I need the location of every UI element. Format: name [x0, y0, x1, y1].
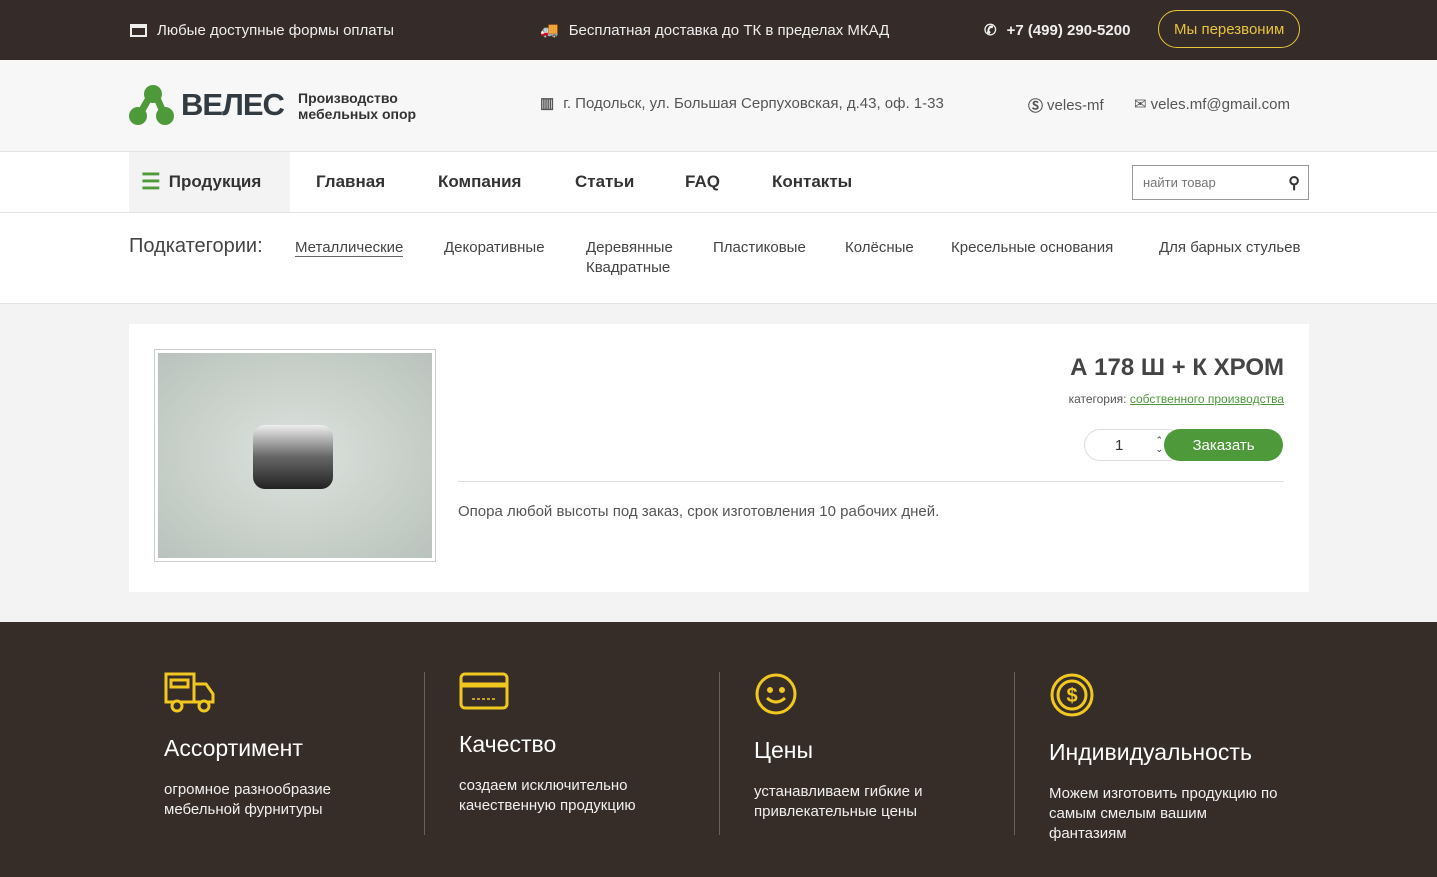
search-box: ⚲: [1132, 165, 1309, 200]
product-title: А 178 Ш + К ХРОМ: [1070, 354, 1284, 381]
nav-home[interactable]: Главная: [316, 152, 385, 212]
subcategory-link[interactable]: Кресельные основания: [951, 239, 1113, 256]
nav-contacts[interactable]: Контакты: [772, 152, 852, 212]
svg-text:$: $: [1066, 685, 1077, 707]
address: ▥ г. Подольск, ул. Большая Серпуховская, …: [540, 94, 944, 113]
feature-item: Цены устанавливаем гибкие и привлекатель…: [754, 672, 954, 822]
email-text: veles.mf@gmail.com: [1150, 95, 1291, 113]
nav-articles[interactable]: Статьи: [575, 152, 634, 212]
subcategory-link[interactable]: Квадратные: [586, 259, 670, 276]
email[interactable]: ✉ veles.mf@gmail.com: [1134, 95, 1291, 114]
subcategories: Подкатегории: Металлические Декоративные…: [0, 213, 1437, 304]
logo-icon: [129, 85, 174, 125]
credit-card-icon: [459, 672, 509, 710]
payment-info: Любые доступные формы оплаты: [130, 0, 394, 60]
order-button[interactable]: Заказать: [1164, 429, 1283, 461]
delivery-info: 🚚 Бесплатная доставка до ТК в пределах МК…: [540, 0, 889, 60]
nav-faq[interactable]: FAQ: [685, 152, 720, 212]
product-card: А 178 Ш + К ХРОМ категория: собственного…: [129, 324, 1309, 592]
truck-icon: [164, 672, 215, 713]
map-icon: ▥: [540, 95, 555, 112]
subcategory-link[interactable]: Для барных стульев: [1159, 239, 1300, 256]
feature-text: Можем изготовить продукцию по самым смел…: [1049, 785, 1278, 842]
search-icon[interactable]: ⚲: [1288, 173, 1308, 193]
skype-text: veles-mf: [1047, 97, 1104, 114]
product-image[interactable]: [154, 349, 436, 562]
category-link[interactable]: собственного производства: [1130, 392, 1284, 406]
phone-text: +7 (499) 290-5200: [1006, 21, 1131, 39]
card-icon: [130, 23, 147, 37]
subcategory-link[interactable]: Пластиковые: [713, 239, 806, 256]
nav-company[interactable]: Компания: [438, 152, 521, 212]
quantity-value: 1: [1115, 436, 1124, 454]
payment-text: Любые доступные формы оплаты: [157, 21, 394, 39]
phone[interactable]: ✆ +7 (499) 290-5200: [984, 0, 1130, 60]
truck-icon: 🚚: [540, 22, 559, 39]
divider: [719, 672, 720, 835]
main-nav: ☰ Продукция Главная Компания Статьи FAQ К…: [0, 152, 1437, 213]
feature-title: Качество: [459, 731, 557, 757]
phone-icon: ✆: [984, 22, 997, 39]
top-bar: Любые доступные формы оплаты 🚚 Бесплатная…: [0, 0, 1437, 60]
address-text: г. Подольск, ул. Большая Серпуховская, д…: [563, 94, 944, 112]
subcategory-link[interactable]: Декоративные: [444, 239, 545, 256]
product-category: категория: собственного производства: [1069, 392, 1284, 406]
divider: [458, 481, 1284, 482]
stepper-arrows-icon[interactable]: ⌃ ⌄: [1155, 436, 1163, 454]
logo-text: ВЕЛЕС: [181, 87, 285, 122]
product-description: Опора любой высоты под заказ, срок изгот…: [458, 503, 940, 520]
feature-text: создаем исключительно качественную проду…: [459, 777, 636, 814]
delivery-text: Бесплатная доставка до ТК в пределах МКА…: [568, 21, 890, 39]
divider: [424, 672, 425, 835]
header: ВЕЛЕС Производство мебельных опор ▥ г. Под…: [0, 60, 1437, 152]
menu-icon: ☰: [141, 169, 161, 194]
feature-item: $ Индивидуальность Можем изготовить прод…: [1049, 672, 1279, 844]
feature-text: устанавливаем гибкие и привлекательные ц…: [754, 783, 923, 820]
skype-icon: Ⓢ: [1028, 98, 1044, 115]
feature-text: огромное разнообразие мебельной фурнитур…: [164, 781, 332, 818]
subcategory-link[interactable]: Металлические: [295, 239, 404, 257]
feature-item: Качество создаем исключительно качествен…: [459, 672, 659, 816]
feature-title: Индивидуальность: [1049, 739, 1252, 765]
nav-products-label: Продукция: [168, 172, 262, 191]
tagline: Производство мебельных опор: [298, 90, 416, 122]
features-footer: Ассортимент огромное разнообразие мебель…: [0, 622, 1437, 877]
search-input[interactable]: [1133, 175, 1289, 190]
divider: [1014, 672, 1015, 835]
subcategories-label: Подкатегории:: [129, 235, 263, 257]
subcategory-link[interactable]: Колёсные: [845, 239, 914, 256]
nav-products[interactable]: ☰ Продукция: [129, 152, 290, 212]
envelope-icon: ✉: [1134, 96, 1147, 113]
logo[interactable]: ВЕЛЕС: [129, 84, 285, 126]
smiley-icon: [755, 673, 797, 715]
callback-button[interactable]: Мы перезвоним: [1158, 10, 1301, 48]
category-label: категория:: [1068, 392, 1127, 406]
tagline-line: Производство: [298, 90, 398, 106]
tagline-line: мебельных опор: [298, 106, 417, 122]
skype[interactable]: Ⓢveles-mf: [1028, 95, 1104, 116]
feature-title: Ассортимент: [164, 735, 303, 761]
subcategory-link[interactable]: Деревянные: [586, 239, 673, 256]
feature-title: Цены: [754, 737, 814, 763]
feature-item: Ассортимент огромное разнообразие мебель…: [164, 672, 364, 820]
dollar-coin-icon: $: [1050, 673, 1094, 717]
